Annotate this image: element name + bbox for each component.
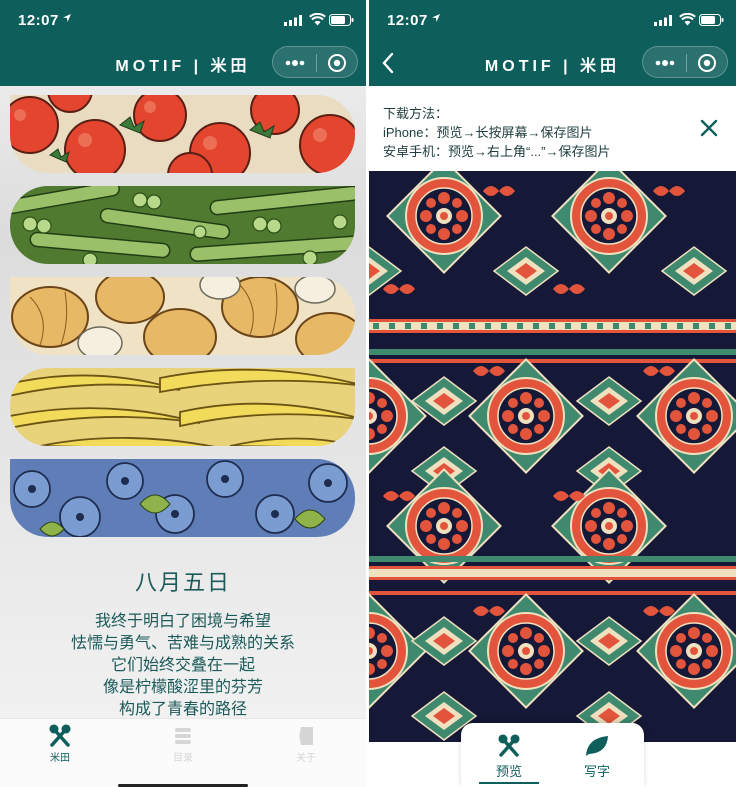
poem-line: 它们始终交叠在一起 — [110, 657, 255, 674]
preview-button[interactable]: 预览 — [479, 733, 539, 784]
more-dots-icon[interactable] — [283, 53, 307, 73]
nav-bar: MOTIF | 米田 — [0, 40, 366, 86]
tab-label: 关于 — [296, 753, 316, 764]
onion-pattern-icon — [10, 277, 355, 355]
close-miniprogram-icon[interactable] — [326, 53, 348, 73]
status-bar: 12:07 — [369, 0, 736, 40]
battery-icon — [699, 14, 724, 26]
cellular-signal-icon — [284, 15, 302, 26]
poem-line: 怯懦与勇气、苦难与成熟的关系 — [70, 635, 295, 652]
poem-title: 八月五日 — [134, 570, 231, 595]
tab-catalog[interactable]: 目录 — [133, 723, 233, 764]
location-arrow-icon — [63, 14, 71, 22]
miniprogram-capsule[interactable] — [642, 46, 728, 78]
battery-icon — [329, 14, 354, 26]
ethnic-pattern-icon — [369, 171, 736, 742]
right-phone-screen: 12:07 MOTIF | 米田 下载方法： iPhone：预览→长按屏幕→保存… — [369, 0, 736, 787]
iphone-instructions: iPhone：预览→长按屏幕→保存图片 — [383, 125, 593, 140]
wifi-icon — [679, 13, 696, 26]
banana-pattern-icon — [10, 368, 355, 446]
write-button[interactable]: 写字 — [567, 733, 627, 780]
preview-actions-bar: 预览 写字 — [461, 723, 644, 787]
selected-underline — [479, 782, 539, 784]
utensils-icon — [498, 734, 520, 757]
status-time: 12:07 — [387, 12, 428, 29]
band-peas[interactable] — [10, 186, 355, 264]
capsule-divider — [686, 54, 687, 72]
status-time: 12:07 — [18, 12, 59, 29]
pea-pattern-icon — [10, 186, 355, 264]
band-blueberries[interactable] — [10, 459, 355, 537]
nav-bar: MOTIF | 米田 — [369, 40, 736, 86]
wallpaper-preview[interactable] — [369, 171, 736, 742]
capsule-divider — [316, 54, 317, 72]
blueberry-pattern-icon — [10, 459, 355, 537]
cellular-signal-icon — [654, 15, 672, 26]
download-heading: 下载方法： — [383, 106, 449, 121]
close-miniprogram-icon[interactable] — [696, 53, 718, 73]
fruit-band-list — [10, 95, 355, 550]
tab-about[interactable]: 关于 — [256, 723, 356, 764]
utensils-icon — [49, 724, 71, 747]
write-label: 写字 — [583, 764, 610, 779]
bottom-tab-bar: 米田 目录 关于 — [0, 718, 366, 787]
more-dots-icon[interactable] — [653, 53, 677, 73]
tab-label: 目录 — [173, 753, 193, 764]
download-instructions: 下载方法： iPhone：预览→长按屏幕→保存图片 安卓手机：预览→右上角“..… — [369, 95, 736, 171]
android-instructions: 安卓手机：预览→右上角“...”→保存图片 — [383, 144, 611, 159]
poem-line: 我终于明白了困境与希望 — [94, 613, 271, 630]
band-tomatoes[interactable] — [10, 95, 355, 173]
leaf-icon — [586, 736, 608, 756]
poem-text: 我终于明白了困境与希望 怯懦与勇气、苦难与成熟的关系 它们始终交叠在一起 像是柠… — [0, 611, 366, 721]
band-bananas[interactable] — [10, 368, 355, 446]
tab-label: 米田 — [50, 753, 70, 764]
wifi-icon — [309, 13, 326, 26]
tomato-pattern-icon — [10, 95, 355, 173]
poem-line: 像是柠檬酸涩里的芬芳 — [102, 679, 263, 696]
tab-mitian[interactable]: 米田 — [10, 723, 110, 764]
preview-label: 预览 — [495, 764, 522, 779]
location-arrow-icon — [432, 14, 440, 22]
band-onions[interactable] — [10, 277, 355, 355]
about-icon — [299, 727, 313, 745]
miniprogram-capsule[interactable] — [272, 46, 358, 78]
list-icon — [175, 728, 191, 744]
left-phone-screen: 12:07 MOTIF | 米田 八月五日 我终于明白了困境与希望 怯懦与勇气、… — [0, 0, 366, 787]
close-icon[interactable] — [700, 119, 718, 137]
status-bar: 12:07 — [0, 0, 366, 40]
